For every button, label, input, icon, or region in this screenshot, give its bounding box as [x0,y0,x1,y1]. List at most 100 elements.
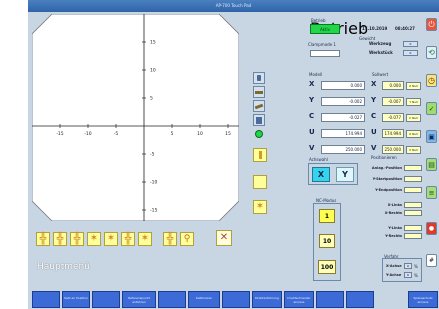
soll-null-button[interactable]: V Null [406,146,421,154]
verfahr-y-label: Y-Achse [386,273,402,277]
bottom-button-7[interactable] [222,291,250,308]
x-tick-label: -15 [56,131,63,137]
y-tick-label: -5 [150,152,155,158]
soll-axis-label: U [371,128,377,136]
positions-panel: Anlag.-Position Y-Startposition Y-Endpos… [368,160,424,246]
position-field[interactable] [404,187,422,193]
date-text: 17.10.2019 [362,26,388,31]
check-icon-button[interactable]: ✓ [426,102,437,115]
stop-icon-button[interactable]: ⏻ [426,18,437,31]
y-tick-label: -10 [150,180,157,186]
verfahr-y-value[interactable]: 0 [404,272,412,278]
soll-value[interactable]: -0.007 [382,97,404,106]
scale-icon [255,91,263,94]
nc-mode-100-button[interactable]: 100 [318,260,336,274]
grid-tool-5-button[interactable]: ╬ [163,232,177,246]
grid-tool-2-button[interactable]: ╬ [53,232,67,246]
diag-tool-3-button[interactable]: ✶ [138,232,152,246]
clock-icon: ◷ [428,76,435,85]
soll-value[interactable]: 0.000 [382,81,404,90]
ist-value: 0.000 [321,81,365,90]
soll-null-button[interactable]: X Null [406,82,421,90]
werkstueck-label: Werkstück [369,50,393,55]
list-icon-button[interactable]: ≡ [426,186,437,199]
wire-icon [258,151,262,159]
bottom-button-8[interactable]: Drahtzuführung [252,291,282,308]
cross-tool-button[interactable]: ✶ [253,200,267,214]
plot-svg: -15 -10 -5 5 10 15 15 10 5 -5 -10 -15 [32,14,239,221]
ist-row: X 0.000 [307,77,367,93]
refresh-icon-button[interactable]: ⟲ [426,46,437,59]
soll-null-button[interactable]: U Null [406,130,421,138]
bottom-button-11[interactable] [346,291,374,308]
cross-icon: ✶ [106,233,116,244]
wrench-tool-button[interactable]: ✕ [216,230,232,246]
bottom-button-3[interactable] [92,291,120,308]
werkzeug-value[interactable]: 0 [403,41,418,47]
grid-tool-4-button[interactable]: ╬ [121,232,135,246]
ist-axis-label: U [309,128,315,136]
position-field[interactable] [404,210,422,216]
bottom-button-4[interactable]: Referenzpunkt anfahren [122,291,156,308]
folder-icon-button[interactable]: ▤ [426,158,437,171]
grid-icon: ╬ [124,232,132,245]
angle-tool-button[interactable] [253,100,265,112]
blank-tool-button[interactable] [253,175,267,189]
soll-value[interactable]: 250.000 [382,145,404,154]
diag-tool-2-button[interactable]: ✶ [104,232,118,246]
alarm-icon-button[interactable]: ● [426,222,437,235]
soll-axis-label: V [371,144,377,152]
wire-up-button[interactable] [253,148,267,162]
power-icon: ⏻ [428,20,435,29]
bottom-button-5[interactable] [158,291,186,308]
clamp-tool-button[interactable] [253,114,265,126]
ist-row: V 250.000 [307,141,367,157]
grid-tool-1-button[interactable]: ╬ [36,232,50,246]
ist-axis-label: Y [309,96,315,104]
position-plot[interactable]: -15 -10 -5 5 10 15 15 10 5 -5 -10 -15 [32,14,239,221]
soll-value[interactable]: -0.077 [382,113,404,122]
pin-icon [257,75,261,81]
position-label: Y-Rechts [385,234,402,238]
ist-value: -0.027 [321,113,365,122]
position-field[interactable] [404,225,422,231]
axis-select-y-button[interactable]: Y [336,167,354,182]
bottom-button-9[interactable]: Drahtschneider ein/aus [284,291,314,308]
nc-mode-1-button[interactable]: 1 [319,209,335,223]
verfahr-x-value[interactable]: 0 [404,263,412,269]
bottom-button-1[interactable] [32,291,60,308]
bottom-button-12[interactable]: Späneschutz ein/aus [408,291,438,308]
magnifier-icon: ⚲ [183,234,191,244]
x-tick-label: -10 [84,131,91,137]
scale-tool-button[interactable] [253,86,265,98]
verfahr-y-unit: % [414,273,418,278]
soll-axis-label: X [371,80,377,88]
nc-mode-10-button[interactable]: 10 [319,234,335,248]
soll-null-button[interactable]: C Null [406,114,421,122]
bottom-button-2[interactable]: Satz an Position [62,291,90,308]
bottom-button-6[interactable]: Kalibrieren [188,291,220,308]
clampmode-label: Clampmode 1 [308,42,336,47]
clampmode-field[interactable] [310,50,340,57]
ist-value: 250.000 [321,145,365,154]
axis-select-x-button[interactable]: X [312,167,330,182]
position-field[interactable] [404,202,422,208]
zoom-tool-button[interactable]: ⚲ [180,232,194,246]
soll-value[interactable]: 174.994 [382,129,404,138]
grid-tool-3-button[interactable]: ╬ [70,232,84,246]
position-field[interactable] [404,176,422,182]
numpad-icon-button[interactable]: # [426,254,437,267]
soll-row: U 174.994 U Null [369,125,421,141]
position-field[interactable] [404,165,422,171]
bottom-button-10[interactable] [316,291,344,308]
werkstueck-value[interactable]: 0 [403,50,418,56]
verfahr-x-unit: % [414,264,418,269]
soll-row: Y -0.007 Y Null [369,93,421,109]
clock-icon-button[interactable]: ◷ [426,74,437,87]
soll-null-button[interactable]: Y Null [406,98,421,106]
y-tick-label: 15 [150,40,156,46]
pin-tool-button[interactable] [253,72,265,84]
save-icon-button[interactable]: ▣ [426,130,437,143]
position-field[interactable] [404,233,422,239]
diag-tool-1-button[interactable]: ✶ [87,232,101,246]
